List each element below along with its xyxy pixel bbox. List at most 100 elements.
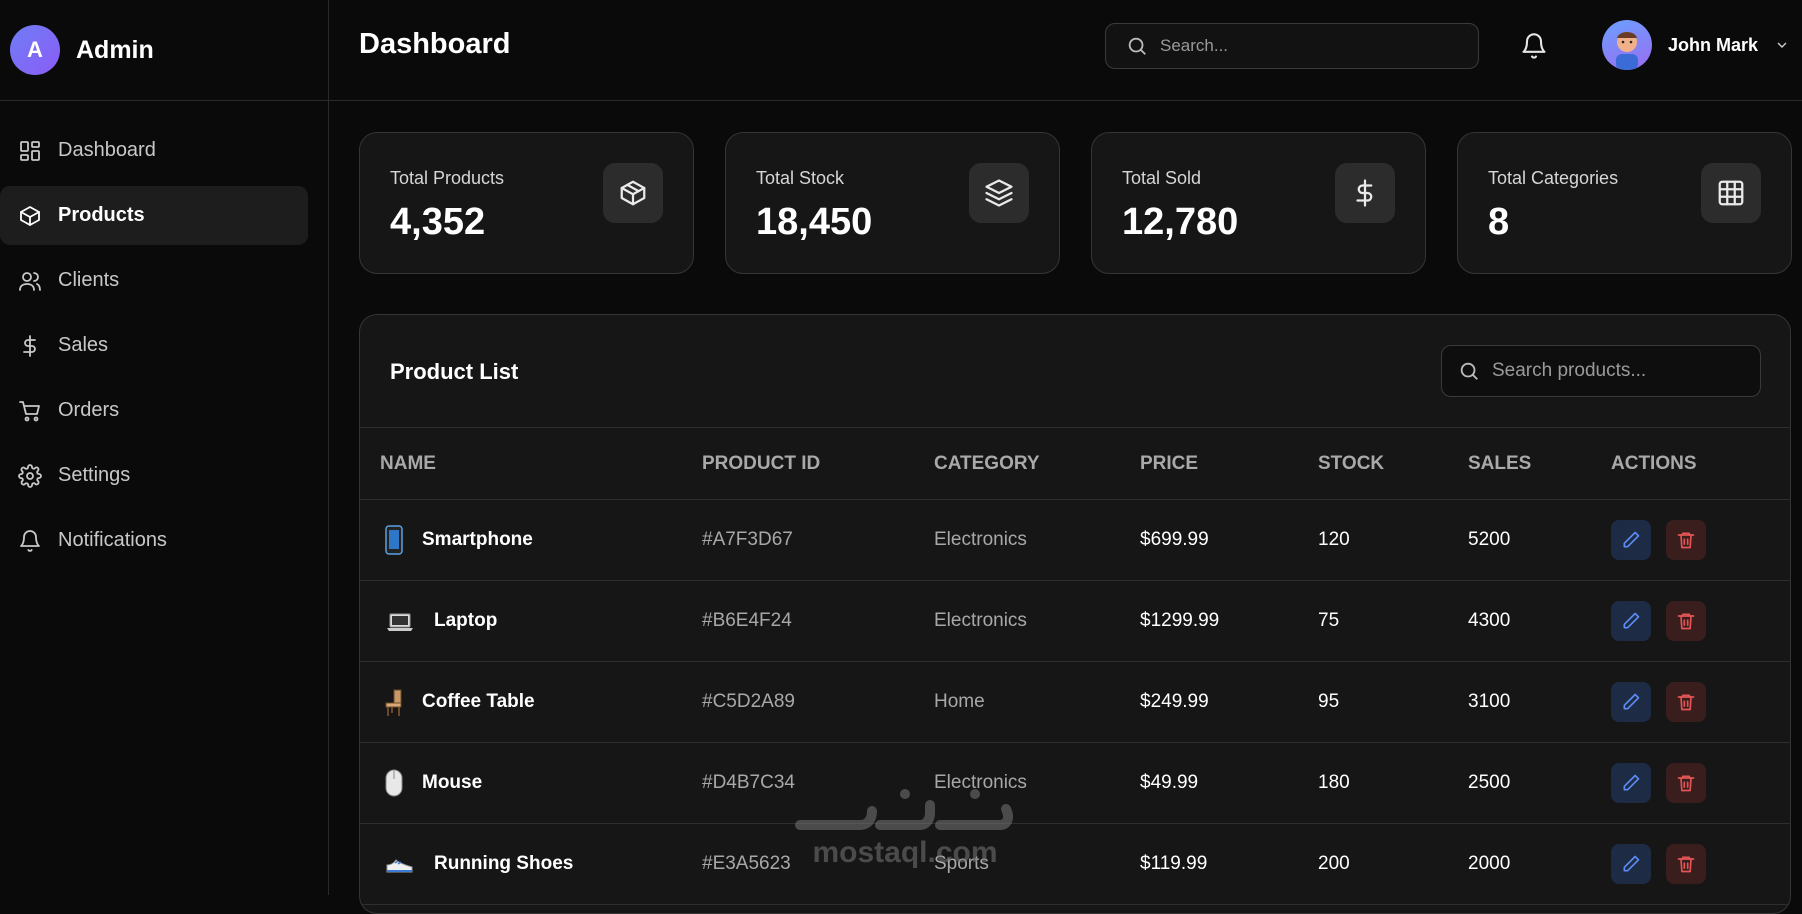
sidebar-item-orders[interactable]: Orders: [0, 381, 308, 440]
sidebar-item-label: Sales: [58, 334, 109, 356]
edit-button[interactable]: [1611, 601, 1651, 641]
sidebar-item-label: Orders: [58, 399, 120, 421]
product-id: #E3A5623: [702, 853, 791, 874]
product-list-title: Product List: [390, 359, 519, 384]
trash-icon: [1677, 532, 1695, 549]
pencil-icon: [1623, 693, 1640, 710]
chair-icon: [380, 687, 408, 717]
column-header-category[interactable]: CATEGORY: [933, 428, 1139, 500]
stat-card-total-stock: Total Stock 18,450: [725, 132, 1060, 274]
stat-card-total-categories: Total Categories 8: [1457, 132, 1792, 274]
stat-label: Total Stock: [756, 168, 845, 188]
column-header-name[interactable]: NAME: [360, 428, 701, 500]
table-row[interactable]: Mouse #D4B7C34 Electronics $49.99 180 25…: [360, 743, 1790, 824]
product-search-input[interactable]: [1490, 359, 1760, 383]
sidebar-item-notifications[interactable]: Notifications: [0, 511, 308, 570]
topbar: Dashboard John Mark: [329, 0, 1802, 101]
product-stock: 120: [1318, 529, 1350, 550]
stat-value: 8: [1488, 201, 1510, 243]
stat-icon-badge: [1335, 163, 1395, 223]
edit-button[interactable]: [1611, 763, 1651, 803]
product-id: #B6E4F24: [702, 610, 792, 631]
page-title: Dashboard: [359, 28, 511, 60]
product-category: Electronics: [934, 610, 1027, 631]
row-actions: [1610, 581, 1790, 662]
search-icon: [1128, 37, 1146, 55]
column-header-stock[interactable]: STOCK: [1317, 428, 1467, 500]
table-header-row: NAME PRODUCT ID CATEGORY PRICE STOCK SAL…: [360, 427, 1790, 500]
brand-avatar: A: [10, 25, 60, 75]
edit-button[interactable]: [1611, 520, 1651, 560]
brand: A Admin: [0, 0, 328, 101]
stat-card-total-sold: Total Sold 12,780: [1091, 132, 1426, 274]
brand-title: Admin: [76, 35, 154, 64]
pencil-icon: [1623, 855, 1640, 872]
laptop-icon: [380, 606, 420, 636]
delete-button[interactable]: [1666, 763, 1707, 803]
delete-button[interactable]: [1666, 520, 1707, 560]
user-name: John Mark: [1668, 34, 1759, 55]
product-category: Electronics: [934, 772, 1027, 793]
mouse-icon: [380, 768, 408, 798]
user-menu[interactable]: John Mark: [1602, 20, 1790, 70]
edit-button[interactable]: [1611, 844, 1651, 884]
stat-card-total-products: Total Products 4,352: [359, 132, 694, 274]
box-icon: [20, 205, 40, 226]
bell-icon: [20, 529, 40, 552]
notifications-button[interactable]: [1520, 31, 1548, 61]
sidebar-item-settings[interactable]: Settings: [0, 446, 308, 505]
product-category: Sports: [934, 853, 989, 874]
trash-icon: [1677, 856, 1695, 873]
row-actions: [1610, 824, 1790, 905]
sidebar-item-dashboard[interactable]: Dashboard: [0, 121, 308, 180]
delete-button[interactable]: [1666, 844, 1707, 884]
global-search-input[interactable]: [1158, 35, 1478, 57]
table-row[interactable]: Running Shoes #E3A5623 Sports $119.99 20…: [360, 824, 1790, 905]
stat-icon-badge: [1701, 163, 1761, 223]
edit-button[interactable]: [1611, 682, 1651, 722]
global-search[interactable]: [1105, 23, 1479, 69]
delete-button[interactable]: [1666, 682, 1707, 722]
product-stock: 95: [1318, 691, 1340, 712]
sidebar-item-products[interactable]: Products: [0, 186, 308, 245]
sidebar-nav: Dashboard Products Clients Sales Orders …: [0, 101, 328, 570]
column-header-product-id[interactable]: PRODUCT ID: [701, 428, 933, 500]
sidebar-item-label: Notifications: [58, 529, 167, 551]
column-header-price[interactable]: PRICE: [1139, 428, 1317, 500]
product-id: #C5D2A89: [702, 691, 795, 712]
sidebar-item-sales[interactable]: Sales: [0, 316, 308, 375]
sidebar-item-label: Clients: [58, 269, 120, 291]
stat-label: Total Products: [390, 168, 505, 188]
product-table: NAME PRODUCT ID CATEGORY PRICE STOCK SAL…: [360, 427, 1790, 905]
box-icon: [620, 180, 646, 206]
row-actions: [1610, 743, 1790, 824]
product-stock: 180: [1318, 772, 1350, 793]
trash-icon: [1677, 613, 1695, 630]
product-price: $1299.99: [1140, 610, 1220, 631]
table-row[interactable]: Smartphone #A7F3D67 Electronics $699.99 …: [360, 500, 1790, 581]
table-row[interactable]: Coffee Table #C5D2A89 Home $249.99 95 31…: [360, 662, 1790, 743]
product-sales: 2500: [1468, 772, 1511, 793]
column-header-actions: ACTIONS: [1611, 452, 1697, 474]
product-category: Home: [934, 691, 985, 712]
product-price: $119.99: [1140, 853, 1208, 874]
product-name: Running Shoes: [434, 853, 574, 874]
product-stock: 75: [1318, 610, 1340, 631]
table-row[interactable]: Laptop #B6E4F24 Electronics $1299.99 75 …: [360, 581, 1790, 662]
product-name: Coffee Table: [422, 691, 535, 712]
stat-icon-badge: [603, 163, 663, 223]
product-sales: 3100: [1468, 691, 1511, 712]
delete-button[interactable]: [1666, 601, 1707, 641]
shoe-icon: [380, 849, 420, 879]
grid-icon: [20, 140, 40, 161]
product-search[interactable]: [1441, 345, 1761, 397]
column-header-sales[interactable]: SALES: [1467, 428, 1610, 500]
product-sales: 2000: [1468, 853, 1511, 874]
sidebar-item-label: Products: [58, 204, 145, 226]
bell-icon: [1522, 33, 1546, 59]
sidebar-item-clients[interactable]: Clients: [0, 251, 308, 310]
grid-table-icon: [1718, 180, 1744, 206]
dollar-icon: [23, 334, 36, 357]
product-price: $49.99: [1140, 772, 1199, 793]
trash-icon: [1677, 694, 1695, 711]
